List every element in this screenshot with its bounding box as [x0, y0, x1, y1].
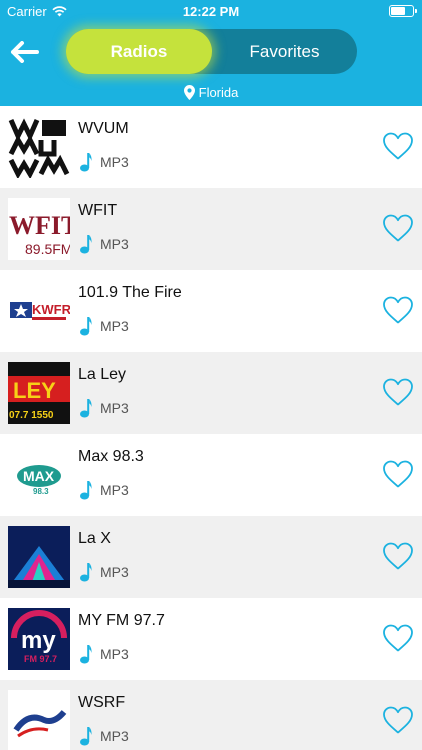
svg-text:07.7 1550: 07.7 1550 [9, 410, 54, 421]
station-format: MP3 [80, 316, 129, 336]
station-format: MP3 [80, 234, 129, 254]
station-logo-wfit: WFIT 89.5FM [8, 198, 70, 260]
svg-text:LEY: LEY [13, 378, 56, 403]
format-label: MP3 [100, 400, 129, 416]
format-label: MP3 [100, 154, 129, 170]
station-format: MP3 [80, 152, 129, 172]
station-row[interactable]: WFIT 89.5FM WFIT MP3 [0, 188, 422, 270]
station-name: 101.9 The Fire [78, 284, 182, 301]
station-row[interactable]: La X MP3 [0, 516, 422, 598]
station-format: MP3 [80, 562, 129, 582]
back-button[interactable] [8, 36, 40, 68]
svg-text:FM 97.7: FM 97.7 [24, 654, 57, 664]
music-note-icon [80, 563, 92, 582]
station-logo-wvum [8, 116, 70, 178]
location-label: Florida [198, 85, 239, 100]
battery-icon [389, 5, 417, 17]
location-pin-icon [183, 85, 195, 100]
station-row[interactable]: my FM 97.7 MY FM 97.7 MP3 [0, 598, 422, 680]
svg-text:98.3: 98.3 [33, 487, 49, 496]
tab-switcher: Radios Favorites [66, 29, 357, 74]
station-logo-max: MAX 98.3 [8, 444, 70, 506]
station-format: MP3 [80, 644, 129, 664]
heart-icon[interactable] [382, 622, 414, 654]
station-row[interactable]: MAX 98.3 Max 98.3 MP3 [0, 434, 422, 516]
music-note-icon [80, 153, 92, 172]
station-name: MY FM 97.7 [78, 612, 165, 629]
heart-icon[interactable] [382, 130, 414, 162]
station-row[interactable]: KWFR 101.9 The Fire MP3 [0, 270, 422, 352]
heart-icon[interactable] [382, 458, 414, 490]
app-header: Carrier 12:22 PM Radios Favorites Florid… [0, 0, 422, 106]
station-row[interactable]: WSRF MP3 [0, 680, 422, 750]
svg-text:my: my [21, 627, 56, 654]
svg-text:89.5FM: 89.5FM [25, 241, 70, 257]
location-filter[interactable]: Florida [0, 85, 422, 100]
station-row[interactable]: LEY 07.7 1550 La Ley MP3 [0, 352, 422, 434]
station-name: WVUM [78, 120, 129, 137]
format-label: MP3 [100, 646, 129, 662]
station-logo-the-fire: KWFR [8, 280, 70, 342]
clock: 12:22 PM [182, 4, 240, 19]
heart-icon[interactable] [382, 540, 414, 572]
svg-text:KWFR: KWFR [32, 302, 70, 317]
station-name: WFIT [78, 202, 118, 219]
heart-icon[interactable] [382, 704, 414, 736]
svg-text:WFIT: WFIT [9, 211, 70, 240]
station-format: MP3 [80, 480, 129, 500]
tab-favorites[interactable]: Favorites [212, 29, 357, 74]
format-label: MP3 [100, 482, 129, 498]
station-logo-my-fm: my FM 97.7 [8, 608, 70, 670]
arrow-left-icon [11, 41, 39, 63]
station-format: MP3 [80, 726, 129, 746]
heart-icon[interactable] [382, 212, 414, 244]
station-name: WSRF [78, 694, 126, 711]
heart-icon[interactable] [382, 294, 414, 326]
format-label: MP3 [100, 318, 129, 334]
format-label: MP3 [100, 728, 129, 744]
station-name: Max 98.3 [78, 448, 144, 465]
svg-text:MAX: MAX [23, 468, 55, 484]
heart-icon[interactable] [382, 376, 414, 408]
station-name: La X [78, 530, 111, 547]
music-note-icon [80, 235, 92, 254]
format-label: MP3 [100, 564, 129, 580]
station-logo-la-ley: LEY 07.7 1550 [8, 362, 70, 424]
music-note-icon [80, 399, 92, 418]
station-format: MP3 [80, 398, 129, 418]
music-note-icon [80, 645, 92, 664]
station-list: WVUM MP3 WFIT 89.5FM WFIT MP3 KWFR 101.9… [0, 106, 422, 750]
music-note-icon [80, 481, 92, 500]
format-label: MP3 [100, 236, 129, 252]
status-bar: Carrier 12:22 PM [0, 0, 422, 22]
station-row[interactable]: WVUM MP3 [0, 106, 422, 188]
station-logo-la-x [8, 526, 70, 588]
music-note-icon [80, 727, 92, 746]
music-note-icon [80, 317, 92, 336]
station-name: La Ley [78, 366, 127, 383]
tab-radios[interactable]: Radios [66, 29, 212, 74]
station-logo-wsrf [8, 690, 70, 750]
